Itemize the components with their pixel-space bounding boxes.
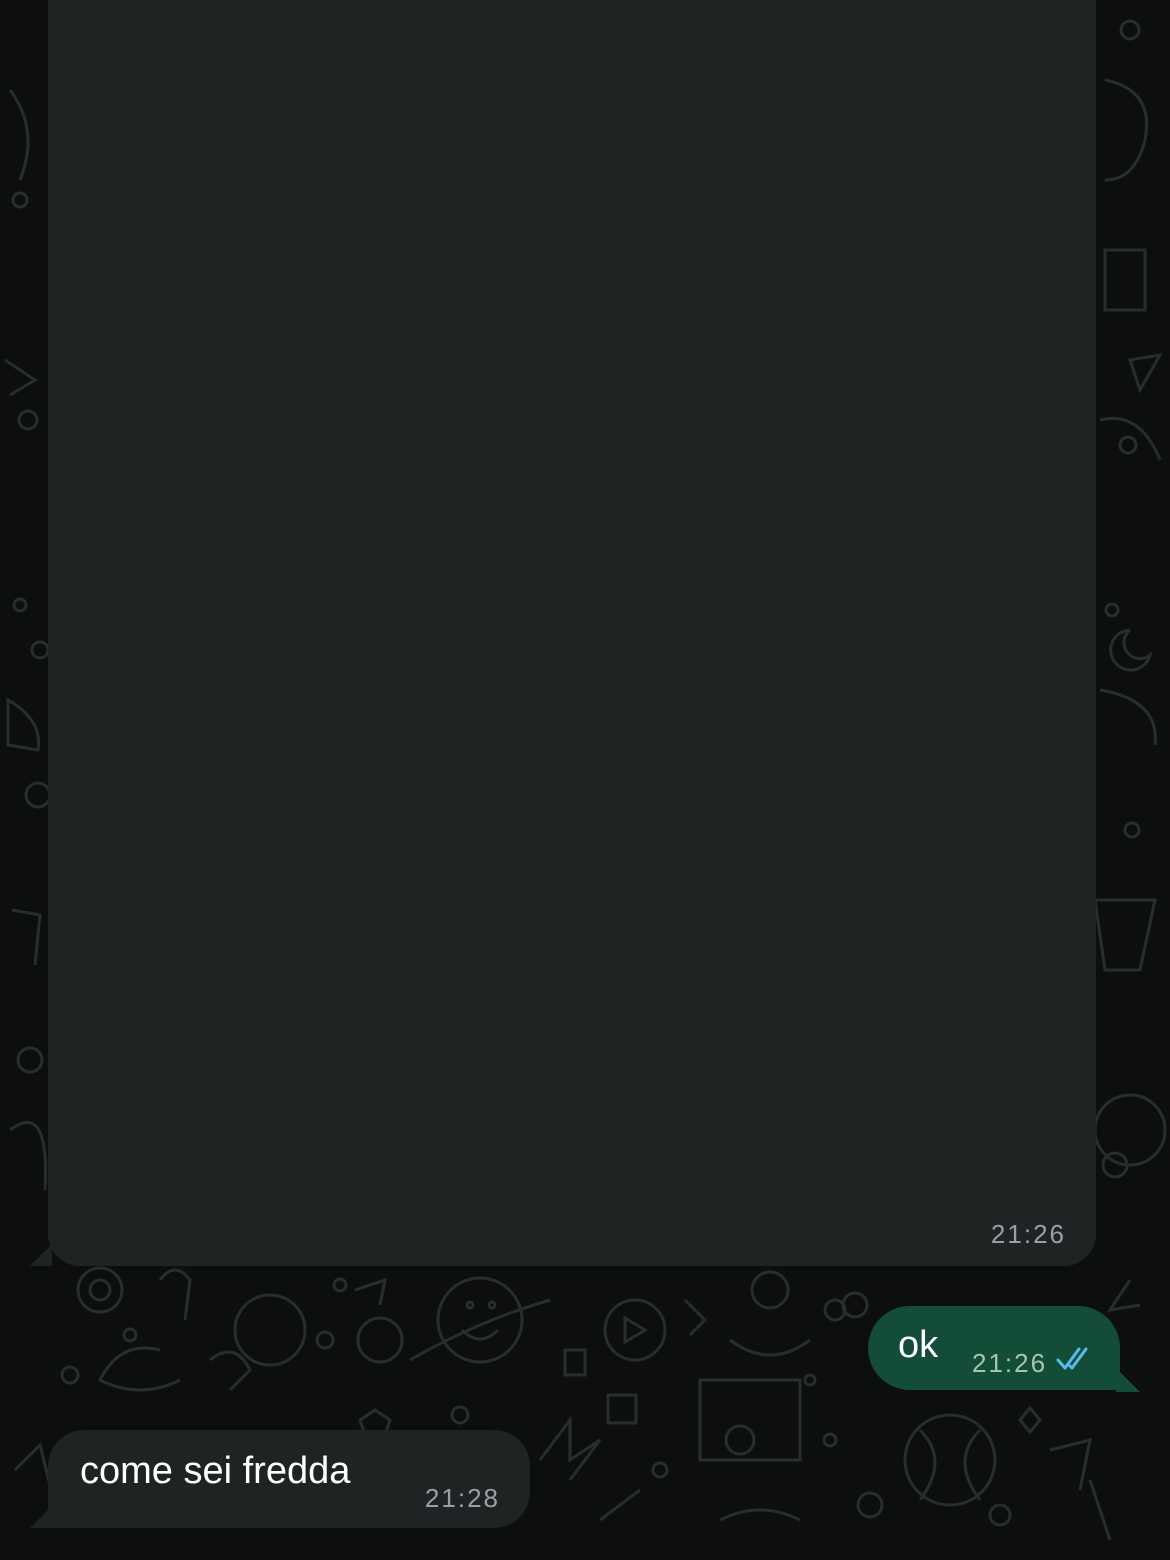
outgoing-message-bubble[interactable]: ok 21:26 <box>868 1306 1140 1392</box>
bubble-tail <box>30 1244 52 1266</box>
double-check-icon <box>1056 1347 1088 1370</box>
incoming-message-bubble[interactable]: come sei fredda 21:28 <box>30 1430 530 1528</box>
bubble-tail <box>1116 1368 1140 1392</box>
message-time: 21:28 <box>424 1483 500 1513</box>
message-text: come sei fredda <box>80 1450 351 1492</box>
media-message-bubble[interactable]: 21:26 <box>30 0 1096 1266</box>
bubble-tail <box>30 1506 52 1528</box>
chat-view[interactable]: 21:26 ok 21:26 come sei fredda 21:28 <box>0 0 1170 1560</box>
message-time: 21:26 <box>990 1219 1066 1249</box>
message-text: ok <box>898 1324 939 1366</box>
message-time: 21:26 <box>972 1348 1048 1378</box>
